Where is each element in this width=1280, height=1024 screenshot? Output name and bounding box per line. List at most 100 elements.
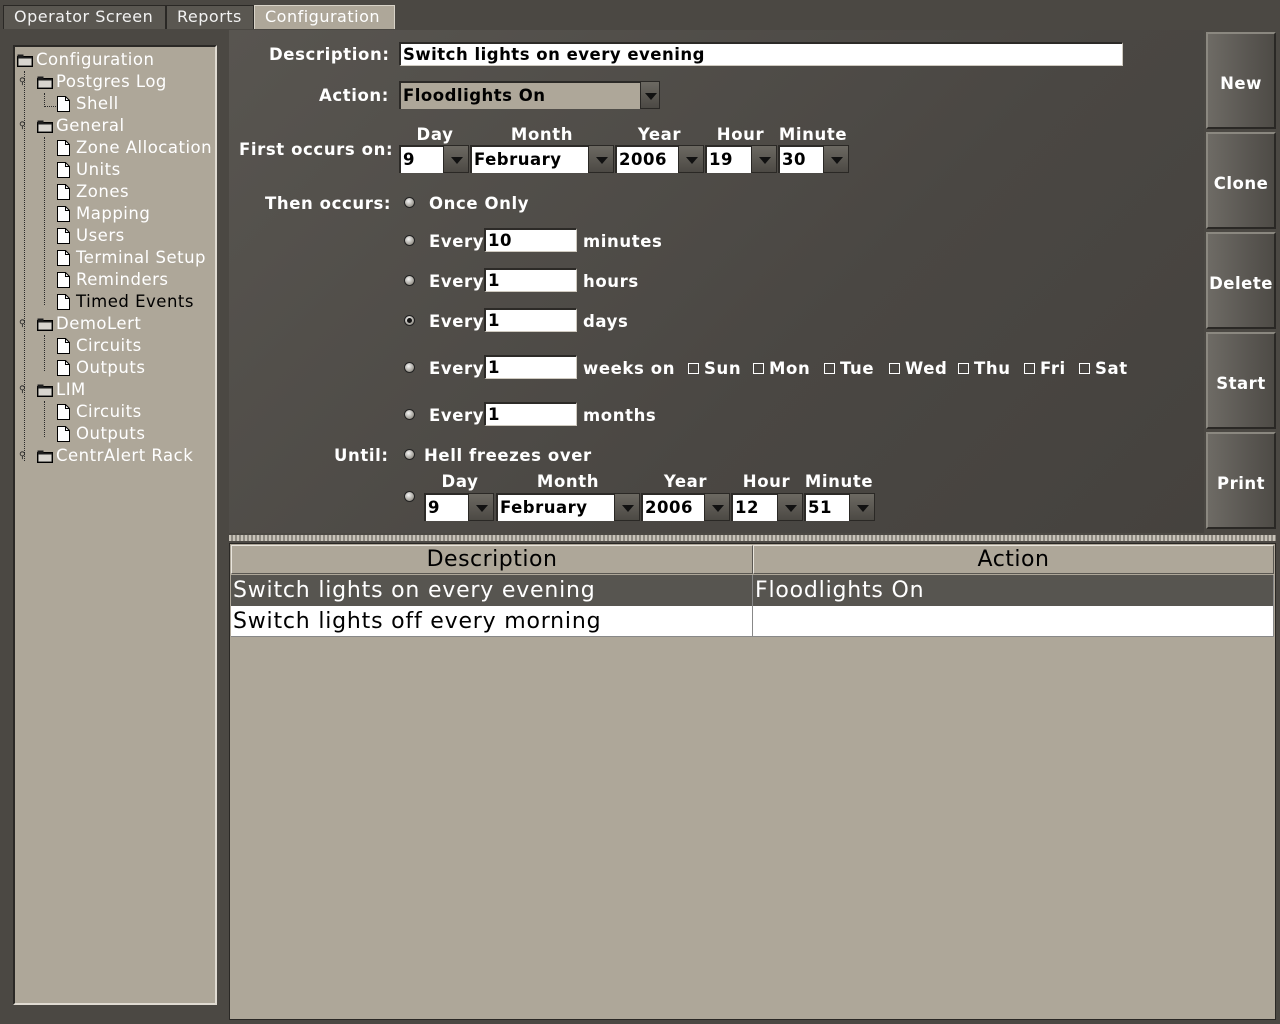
weekday-thu-checkbox[interactable] <box>958 363 969 374</box>
chevron-down-icon[interactable] <box>849 493 875 521</box>
document-icon <box>57 360 70 376</box>
until-hour-header: Hour <box>742 472 791 491</box>
document-icon <box>57 228 70 244</box>
weekday-sat-checkbox[interactable] <box>1079 363 1090 374</box>
weekday-wed-checkbox[interactable] <box>889 363 900 374</box>
tab-configuration[interactable]: Configuration <box>254 5 395 29</box>
table-row[interactable]: Switch lights off every morning <box>231 606 1274 637</box>
expand-toggle-icon[interactable]: ⚲ <box>19 78 28 87</box>
configuration-tree[interactable]: Configuration ⚲ Postgres Log Shell ⚲ General Z… <box>13 45 217 1005</box>
weeks-input[interactable]: 1 <box>484 355 577 379</box>
chevron-down-icon[interactable] <box>614 493 640 521</box>
tree-item-label: CentrAlert Rack <box>56 446 194 465</box>
until-month-value: February <box>496 493 614 521</box>
until-year-select[interactable]: 2006 <box>641 493 730 521</box>
expand-toggle-icon[interactable]: ⚲ <box>19 452 28 461</box>
expand-toggle-icon[interactable]: ⚲ <box>19 320 28 329</box>
new-button-label: New <box>1220 74 1262 93</box>
table-row[interactable]: Switch lights on every evening Floodligh… <box>231 575 1274 606</box>
folder-icon <box>37 120 53 133</box>
weekday-tue-checkbox[interactable] <box>824 363 835 374</box>
tab-reports[interactable]: Reports <box>166 5 254 29</box>
chevron-down-icon[interactable] <box>468 493 494 521</box>
action-select[interactable]: Floodlights On <box>399 81 660 109</box>
folder-icon <box>37 450 53 463</box>
tree-item-label: Terminal Setup <box>76 248 207 267</box>
until-year-value: 2006 <box>641 493 704 521</box>
clone-button[interactable]: Clone <box>1206 132 1276 229</box>
hours-unit-label: hours <box>583 272 639 291</box>
until-month-select[interactable]: February <box>496 493 640 521</box>
tree-item-label: DemoLert <box>56 314 142 333</box>
weekday-sat-label: Sat <box>1095 359 1128 378</box>
start-button[interactable]: Start <box>1206 332 1276 429</box>
every-weeks-radio[interactable] <box>404 362 415 373</box>
tree-item-label: Mapping <box>76 204 151 223</box>
until-minute-select[interactable]: 51 <box>804 493 875 521</box>
tree-line <box>44 93 56 107</box>
chevron-down-icon[interactable] <box>640 81 660 109</box>
document-icon <box>57 338 70 354</box>
document-icon <box>57 272 70 288</box>
expand-toggle-icon[interactable]: ⚲ <box>19 122 28 131</box>
until-never-label: Hell freezes over <box>424 446 592 465</box>
first-hour-header: Hour <box>716 125 765 144</box>
chevron-down-icon[interactable] <box>678 145 704 173</box>
every-hours-radio[interactable] <box>404 275 415 286</box>
weekday-fri-checkbox[interactable] <box>1024 363 1035 374</box>
chevron-down-icon[interactable] <box>823 145 849 173</box>
days-input[interactable]: 1 <box>484 308 577 332</box>
months-unit-label: months <box>583 406 657 425</box>
months-input[interactable]: 1 <box>484 402 577 426</box>
first-year-select[interactable]: 2006 <box>615 145 704 173</box>
weekday-fri-label: Fri <box>1040 359 1066 378</box>
chevron-down-icon[interactable] <box>777 493 803 521</box>
until-date-radio[interactable] <box>404 491 415 502</box>
first-hour-select[interactable]: 19 <box>705 145 777 173</box>
print-button[interactable]: Print <box>1206 432 1276 529</box>
until-day-select[interactable]: 9 <box>424 493 494 521</box>
tab-bar: Operator Screen Reports Configuration <box>0 0 1280 30</box>
first-minute-select[interactable]: 30 <box>778 145 849 173</box>
every-days-radio[interactable] <box>404 315 415 326</box>
first-month-value: February <box>470 145 588 173</box>
tab-operator-screen[interactable]: Operator Screen <box>3 5 166 29</box>
delete-button[interactable]: Delete <box>1206 232 1276 329</box>
cell-action <box>753 606 1274 637</box>
minutes-unit-label: minutes <box>583 232 663 251</box>
hours-input[interactable]: 1 <box>484 268 577 292</box>
description-input[interactable]: Switch lights on every evening <box>399 42 1123 66</box>
chevron-down-icon[interactable] <box>704 493 730 521</box>
column-header-description[interactable]: Description <box>231 545 753 574</box>
splitter-handle[interactable] <box>229 535 1276 541</box>
then-occurs-label: Then occurs: <box>265 194 392 213</box>
clone-button-label: Clone <box>1213 174 1269 193</box>
tree-line <box>44 401 45 437</box>
until-never-radio[interactable] <box>404 449 415 460</box>
until-hour-select[interactable]: 12 <box>731 493 803 521</box>
first-hour-value: 19 <box>705 145 751 173</box>
tree-item-label: Outputs <box>76 424 146 443</box>
tree-item-label: Outputs <box>76 358 146 377</box>
weekday-mon-checkbox[interactable] <box>753 363 764 374</box>
weekday-sun-checkbox[interactable] <box>688 363 699 374</box>
timed-events-table: Description Action Switch lights on ever… <box>229 543 1276 1020</box>
every-months-radio[interactable] <box>404 409 415 420</box>
new-button[interactable]: New <box>1206 32 1276 129</box>
chevron-down-icon[interactable] <box>443 145 469 173</box>
first-month-select[interactable]: February <box>470 145 614 173</box>
chevron-down-icon[interactable] <box>588 145 614 173</box>
chevron-down-icon[interactable] <box>751 145 777 173</box>
until-minute-value: 51 <box>804 493 849 521</box>
tree-item-label: Circuits <box>76 402 142 421</box>
once-only-radio[interactable] <box>404 197 415 208</box>
minutes-input[interactable]: 10 <box>484 228 577 252</box>
every-label: Every <box>429 359 485 378</box>
every-minutes-radio[interactable] <box>404 235 415 246</box>
column-header-action[interactable]: Action <box>753 545 1274 574</box>
expand-toggle-icon[interactable]: ⚲ <box>19 386 28 395</box>
folder-icon <box>37 318 53 331</box>
first-day-select[interactable]: 9 <box>399 145 469 173</box>
tree-item-label: Zone Allocation <box>76 138 213 157</box>
tree-line <box>44 137 45 305</box>
